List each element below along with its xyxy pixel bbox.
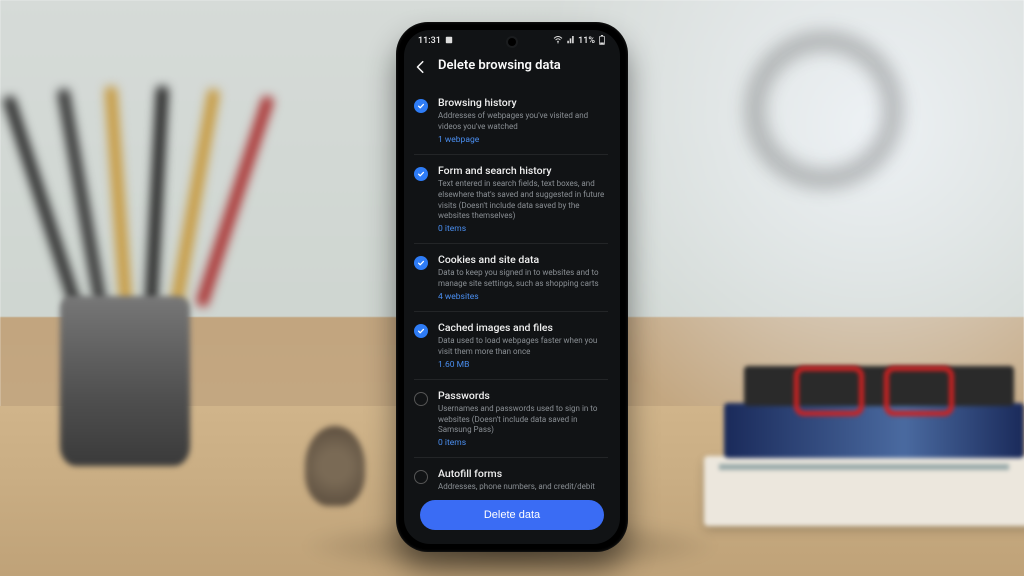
page-title: Delete browsing data xyxy=(438,58,561,73)
settings-list[interactable]: Browsing historyAddresses of webpages yo… xyxy=(404,87,620,490)
list-item[interactable]: PasswordsUsernames and passwords used to… xyxy=(414,380,608,459)
list-item-body: Cookies and site dataData to keep you si… xyxy=(438,253,608,302)
list-item-stat: 0 items xyxy=(438,224,608,234)
battery-percentage: 11% xyxy=(578,36,595,46)
list-item[interactable]: Form and search historyText entered in s… xyxy=(414,155,608,244)
list-item-stat: 1.60 MB xyxy=(438,360,608,370)
eyeglasses xyxy=(794,356,954,411)
list-item-stat: 0 items xyxy=(438,438,608,448)
pencil-holder-contents xyxy=(50,56,240,306)
list-item-description: Addresses of webpages you've visited and… xyxy=(438,111,608,133)
back-button[interactable] xyxy=(414,59,428,73)
list-item-title: Cookies and site data xyxy=(438,253,608,267)
list-item-description: Text entered in search fields, text boxe… xyxy=(438,179,608,222)
checkbox[interactable] xyxy=(414,167,428,181)
pencil-cup xyxy=(60,296,190,466)
status-time: 11:31 xyxy=(418,36,441,46)
phone-frame: 11:31 11% xyxy=(396,22,628,552)
wifi-icon xyxy=(553,36,563,47)
list-item[interactable]: Cookies and site dataData to keep you si… xyxy=(414,244,608,312)
checkbox[interactable] xyxy=(414,324,428,338)
list-item-title: Cached images and files xyxy=(438,321,608,335)
list-item-stat: 1 webpage xyxy=(438,135,608,145)
list-item-body: Autofill formsAddresses, phone numbers, … xyxy=(438,467,608,490)
list-item-title: Passwords xyxy=(438,389,608,403)
checkbox[interactable] xyxy=(414,99,428,113)
list-item-title: Autofill forms xyxy=(438,467,608,481)
notification-icon xyxy=(445,36,453,47)
list-item-title: Browsing history xyxy=(438,96,608,110)
list-item-stat: 4 websites xyxy=(438,292,608,302)
list-item-description: Usernames and passwords used to sign in … xyxy=(438,404,608,436)
list-item-description: Data used to load webpages faster when y… xyxy=(438,336,608,358)
delete-data-button[interactable]: Delete data xyxy=(420,500,604,530)
list-item-body: PasswordsUsernames and passwords used to… xyxy=(438,389,608,449)
list-item[interactable]: Autofill formsAddresses, phone numbers, … xyxy=(414,458,608,490)
background-light-ring xyxy=(744,30,904,190)
list-item-title: Form and search history xyxy=(438,164,608,178)
camera-hole xyxy=(508,38,516,46)
list-item[interactable]: Browsing historyAddresses of webpages yo… xyxy=(414,87,608,155)
phone-screen: 11:31 11% xyxy=(404,30,620,544)
list-item-description: Data to keep you signed in to websites a… xyxy=(438,268,608,290)
title-bar: Delete browsing data xyxy=(404,52,620,87)
signal-icon xyxy=(566,36,575,47)
list-item-body: Browsing historyAddresses of webpages yo… xyxy=(438,96,608,145)
footer-bar: Delete data xyxy=(404,490,620,544)
list-item[interactable]: Cached images and filesData used to load… xyxy=(414,312,608,380)
pinecone-decoration xyxy=(305,426,365,506)
list-item-body: Form and search historyText entered in s… xyxy=(438,164,608,234)
battery-icon xyxy=(598,35,606,48)
checkbox[interactable] xyxy=(414,392,428,406)
checkbox[interactable] xyxy=(414,470,428,484)
list-item-description: Addresses, phone numbers, and credit/deb… xyxy=(438,482,608,490)
list-item-body: Cached images and filesData used to load… xyxy=(438,321,608,370)
checkbox[interactable] xyxy=(414,256,428,270)
